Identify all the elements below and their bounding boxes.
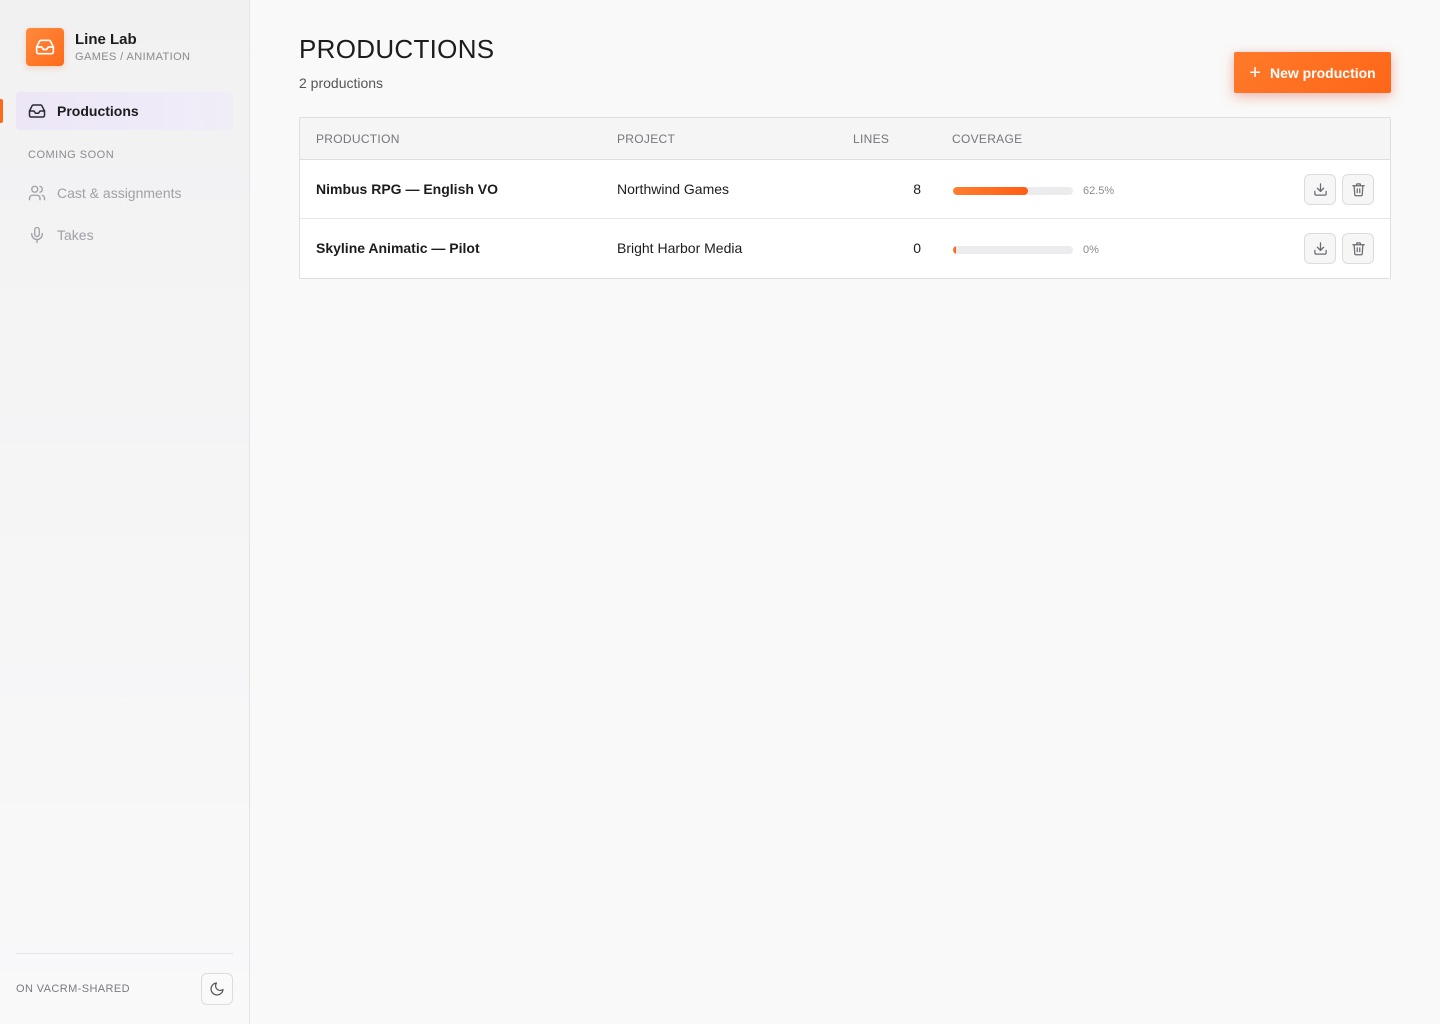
project-name: Northwind Games xyxy=(617,181,730,197)
productions-table: PRODUCTION PROJECT LINES COVERAGE Nimbus… xyxy=(299,117,1391,279)
production-count: 2 productions xyxy=(299,75,384,91)
inbox-icon xyxy=(28,102,46,120)
workspace-label: ON VACRM-SHARED xyxy=(16,983,130,995)
download-icon xyxy=(1313,182,1328,197)
table-row[interactable]: Skyline Animatic — Pilot Bright Harbor M… xyxy=(300,219,1390,278)
section-label-coming-soon: COMING SOON xyxy=(28,149,115,161)
sidebar-item-cast-assignments: Cast & assignments xyxy=(16,174,233,212)
active-nav-indicator xyxy=(0,99,3,123)
brand-subtitle: GAMES / ANIMATION xyxy=(75,50,191,63)
trash-icon xyxy=(1351,182,1366,197)
brand-name: Line Lab xyxy=(75,30,137,48)
download-button[interactable] xyxy=(1304,233,1336,264)
sidebar-footer: ON VACRM-SHARED xyxy=(16,953,233,1024)
sidebar-item-productions[interactable]: Productions xyxy=(16,92,233,130)
page-title: PRODUCTIONS xyxy=(299,34,495,64)
inbox-icon xyxy=(26,28,64,66)
coverage: 0% xyxy=(953,244,1099,256)
production-name[interactable]: Skyline Animatic — Pilot xyxy=(316,240,480,256)
row-actions xyxy=(1304,174,1374,205)
brand: Line Lab GAMES / ANIMATION xyxy=(26,28,190,66)
table-row[interactable]: Nimbus RPG — English VO Northwind Games … xyxy=(300,160,1390,219)
delete-button[interactable] xyxy=(1342,233,1374,264)
microphone-icon xyxy=(28,226,46,244)
column-header-production[interactable]: PRODUCTION xyxy=(316,132,400,146)
sidebar-item-label: Cast & assignments xyxy=(57,185,182,201)
coverage-bar-fill xyxy=(953,187,1028,195)
download-icon xyxy=(1313,241,1328,256)
column-header-coverage[interactable]: COVERAGE xyxy=(952,132,1022,146)
sidebar-item-takes: Takes xyxy=(16,216,233,254)
sidebar-item-label: Takes xyxy=(57,227,94,243)
plus-icon: + xyxy=(1249,61,1261,84)
table-header: PRODUCTION PROJECT LINES COVERAGE xyxy=(300,118,1390,160)
column-header-lines[interactable]: LINES xyxy=(853,132,889,146)
line-count: 8 xyxy=(913,181,921,197)
app-root: Line Lab GAMES / ANIMATION Productions C… xyxy=(0,0,1440,1024)
coverage-bar xyxy=(953,187,1073,195)
main-content: PRODUCTIONS 2 productions + New producti… xyxy=(250,0,1440,1024)
row-actions xyxy=(1304,233,1374,264)
line-count: 0 xyxy=(913,240,921,256)
coverage-percent: 62.5% xyxy=(1083,185,1115,197)
sidebar: Line Lab GAMES / ANIMATION Productions C… xyxy=(0,0,250,1024)
coverage-percent: 0% xyxy=(1083,244,1099,256)
production-name[interactable]: Nimbus RPG — English VO xyxy=(316,181,498,197)
new-production-button[interactable]: + New production xyxy=(1234,52,1391,93)
coverage-bar xyxy=(953,246,1073,254)
trash-icon xyxy=(1351,241,1366,256)
coverage-bar-fill xyxy=(953,246,956,254)
users-icon xyxy=(28,184,46,202)
download-button[interactable] xyxy=(1304,174,1336,205)
sidebar-item-label: Productions xyxy=(57,103,139,119)
theme-toggle-button[interactable] xyxy=(201,973,233,1005)
project-name: Bright Harbor Media xyxy=(617,240,743,256)
new-production-label: New production xyxy=(1269,64,1376,81)
column-header-project[interactable]: PROJECT xyxy=(617,132,675,146)
delete-button[interactable] xyxy=(1342,174,1374,205)
moon-icon xyxy=(209,981,225,997)
coverage: 62.5% xyxy=(953,185,1114,197)
